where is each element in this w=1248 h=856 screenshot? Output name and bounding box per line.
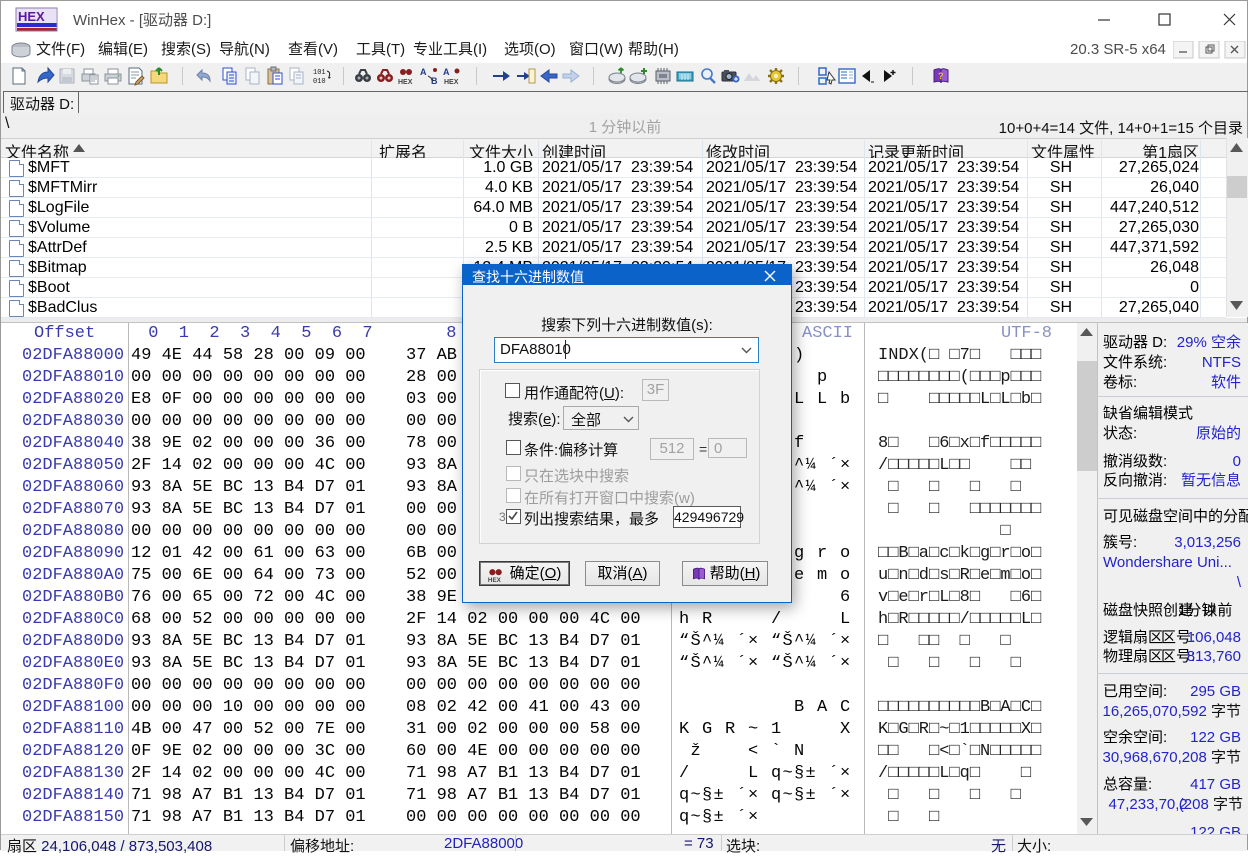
svg-text:A: A [420, 67, 427, 77]
svg-text:010: 010 [313, 78, 326, 86]
svg-text:HEX: HEX [488, 577, 502, 583]
svg-text:HEX: HEX [18, 9, 45, 24]
svg-text:A: A [443, 67, 450, 77]
svg-text:HEX: HEX [444, 79, 459, 86]
svg-text:?: ? [938, 71, 944, 81]
svg-text:101: 101 [313, 69, 326, 77]
svg-text:HEX: HEX [398, 79, 413, 86]
